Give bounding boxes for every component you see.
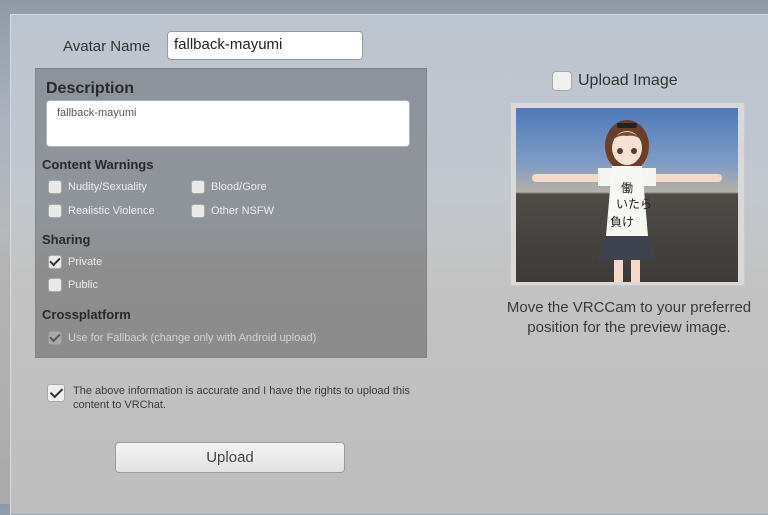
other-nsfw-checkbox[interactable] — [191, 204, 205, 218]
realistic-violence-label: Realistic Violence — [68, 205, 155, 217]
private-label: Private — [68, 256, 103, 268]
blood-gore-label: Blood/Gore — [211, 181, 267, 193]
description-title: Description — [46, 80, 135, 97]
crossplatform-title: Crossplatform — [42, 307, 131, 322]
nudity-label: Nudity/Sexuality — [68, 181, 147, 193]
public-label: Public — [68, 279, 98, 291]
public-checkbox[interactable] — [48, 278, 62, 292]
realistic-violence-checkbox[interactable] — [48, 204, 62, 218]
description-field[interactable]: fallback-mayumi — [46, 100, 410, 147]
private-checkbox[interactable] — [48, 255, 62, 269]
rights-checkbox[interactable] — [47, 384, 65, 402]
svg-text:いたら: いたら — [616, 197, 652, 211]
avatar-name-field[interactable]: fallback-mayumi — [167, 31, 363, 60]
nudity-checkbox[interactable] — [48, 180, 62, 194]
avatar-preview-image: 働 いたら 負け — [516, 108, 738, 282]
blood-gore-checkbox[interactable] — [191, 180, 205, 194]
svg-text:働: 働 — [621, 181, 633, 195]
other-nsfw-label: Other NSFW — [211, 205, 274, 217]
rights-text: The above information is accurate and I … — [73, 385, 410, 411]
svg-text:負け: 負け — [610, 215, 634, 229]
preview-hint: Move the VRCCam to your preferred positi… — [506, 299, 752, 336]
upload-button[interactable]: Upload — [115, 442, 345, 473]
avatar-figure-icon: 働 いたら 負け — [532, 120, 722, 282]
sharing-title: Sharing — [42, 232, 91, 247]
use-for-fallback-label: Use for Fallback (change only with Andro… — [68, 332, 317, 344]
content-warnings-title: Content Warnings — [42, 157, 154, 172]
use-for-fallback-checkbox[interactable] — [48, 331, 62, 345]
upload-image-label: Upload Image — [578, 72, 678, 89]
avatar-name-label: Avatar Name — [63, 38, 151, 55]
upload-image-checkbox[interactable] — [552, 71, 572, 91]
